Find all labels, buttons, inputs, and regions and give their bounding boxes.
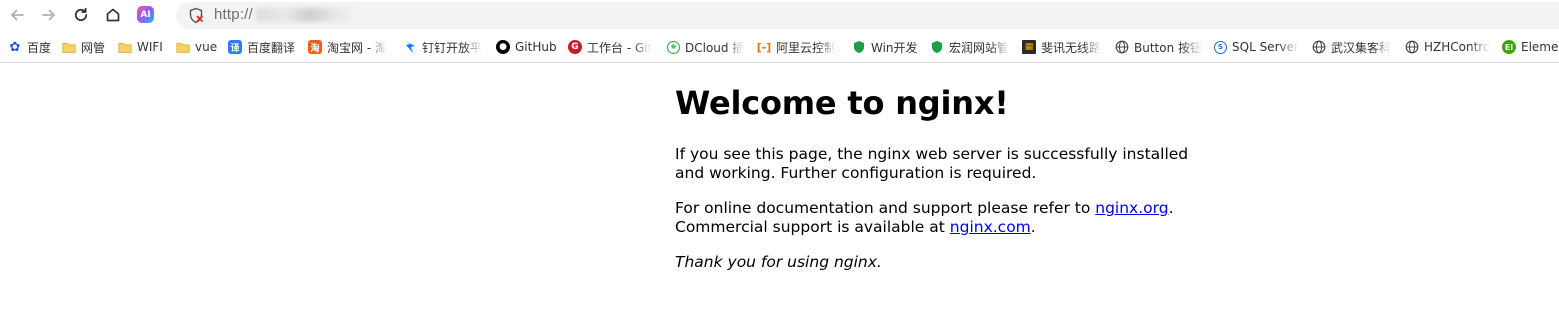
bookmark-label: 百度: [27, 40, 52, 55]
bookmark-taobao[interactable]: 淘 淘宝网 - 淘: [308, 38, 390, 56]
gitee-icon: G: [568, 40, 582, 54]
aliyun-icon: [-]: [757, 40, 772, 54]
translate-icon: 译: [228, 40, 242, 54]
bookmark-label: 百度翻译: [247, 40, 296, 55]
reload-icon: [74, 7, 88, 22]
globe-icon: [1312, 40, 1326, 54]
phicomm-icon: ▦: [1022, 40, 1036, 54]
bookmark-element[interactable]: El Element: [1502, 38, 1559, 56]
bookmark-label: 武汉集客科: [1331, 40, 1392, 55]
bookmark-win-dev[interactable]: Win开发: [852, 38, 922, 56]
page-title: Welcome to nginx!: [675, 84, 1009, 122]
github-icon: ●: [496, 40, 510, 54]
install-message: If you see this page, the nginx web serv…: [675, 145, 1189, 182]
bookmark-label: SQL Server: [1232, 40, 1299, 54]
not-secure-shield-icon[interactable]: [188, 7, 204, 24]
home-button[interactable]: [102, 4, 124, 26]
nginx-com-link[interactable]: nginx.com: [950, 218, 1031, 236]
bookmark-label: WIFI: [137, 40, 163, 54]
reload-button[interactable]: [70, 4, 92, 26]
bookmark-label: Win开发: [871, 40, 918, 55]
nginx-org-link[interactable]: nginx.org: [1095, 199, 1168, 217]
bookmark-sql-server[interactable]: S SQL Server: [1214, 38, 1300, 56]
dcloud-icon: ❋: [667, 40, 680, 54]
globe-icon: [1115, 40, 1129, 54]
thank-you-message: Thank you for using nginx.: [675, 253, 882, 271]
arrow-right-icon: [42, 9, 55, 21]
bookmark-hzhcontrols[interactable]: HZHContro: [1405, 38, 1491, 56]
bookmark-label: 斐讯无线路: [1041, 40, 1102, 55]
bookmark-folder-vue[interactable]: vue: [176, 38, 222, 56]
bookmark-phicomm[interactable]: ▦ 斐讯无线路: [1022, 38, 1104, 56]
bookmark-button[interactable]: Button 按钮: [1115, 38, 1203, 56]
address-bar[interactable]: [176, 2, 1559, 29]
bookmark-label: 宏润网站管: [949, 40, 1010, 55]
dingtalk-icon: [403, 40, 417, 54]
bookmark-aliyun[interactable]: [-] 阿里云控制: [757, 38, 841, 56]
bookmark-label: 阿里云控制: [776, 40, 837, 55]
bookmark-label: Element: [1521, 40, 1559, 54]
sqlserver-icon: S: [1214, 40, 1227, 54]
bookmark-dingtalk[interactable]: 钉钉开放平: [403, 38, 485, 56]
folder-icon: [118, 40, 132, 54]
commercial-text: Commercial support is available at: [675, 218, 950, 236]
taobao-icon: 淘: [308, 40, 322, 54]
documentation-paragraph: For online documentation and support ple…: [675, 199, 1195, 237]
bookmark-label: 淘宝网 - 淘: [327, 40, 387, 55]
bookmark-folder-wangguan[interactable]: 网管: [62, 38, 112, 56]
arrow-left-icon: [11, 9, 24, 21]
browser-toolbar: AI http://: [0, 0, 1559, 32]
forward-button[interactable]: [38, 4, 60, 26]
bookmark-gitee[interactable]: G 工作台 - Git: [568, 38, 654, 56]
nginx-welcome-page: Welcome to nginx! If you see this page, …: [675, 82, 1205, 271]
url-redacted: [256, 8, 354, 22]
baidu-paw-icon: ✿: [9, 39, 21, 55]
folder-icon: [176, 40, 190, 54]
bookmark-label: HZHContro: [1424, 40, 1491, 54]
ai-label: AI: [140, 9, 151, 20]
bookmark-label: 钉钉开放平: [422, 40, 483, 55]
bookmark-baidu[interactable]: ✿ 百度: [8, 38, 56, 56]
bookmark-wuhan-jike[interactable]: 武汉集客科: [1312, 38, 1394, 56]
bookmarks-bar: ✿ 百度 网管 WIFI vue 译 百度翻译 淘 淘宝网 - 淘 钉钉开放平 …: [0, 35, 1559, 59]
bookmark-dcloud[interactable]: ❋ DCloud 插: [667, 38, 745, 56]
ai-assistant-button[interactable]: AI: [137, 6, 154, 23]
back-button[interactable]: [6, 4, 28, 26]
url-text[interactable]: http://: [214, 6, 253, 23]
bookmark-label: 工作台 - Git: [587, 40, 653, 55]
docs-period: .: [1168, 199, 1174, 217]
bookmark-label: vue: [195, 40, 218, 54]
bookmark-github[interactable]: ● GitHub: [496, 38, 560, 56]
shield-green-icon: [930, 40, 944, 54]
bookmark-hongrun[interactable]: 宏润网站管: [930, 38, 1012, 56]
element-icon: El: [1502, 40, 1516, 54]
bookmark-folder-wifi[interactable]: WIFI: [118, 38, 170, 56]
folder-icon: [62, 40, 76, 54]
bookmark-label: DCloud 插: [685, 40, 745, 55]
bookmark-label: Button 按钮: [1134, 40, 1203, 55]
bookmark-label: GitHub: [515, 40, 557, 54]
home-icon: [106, 8, 120, 22]
bookmark-baidu-translate[interactable]: 译 百度翻译: [228, 38, 300, 56]
toolbar-divider: [0, 62, 1559, 63]
shield-green-icon: [852, 40, 866, 54]
globe-icon: [1405, 40, 1419, 54]
commercial-period: .: [1030, 218, 1036, 236]
docs-text: For online documentation and support ple…: [675, 199, 1096, 217]
bookmark-label: 网管: [81, 40, 106, 55]
